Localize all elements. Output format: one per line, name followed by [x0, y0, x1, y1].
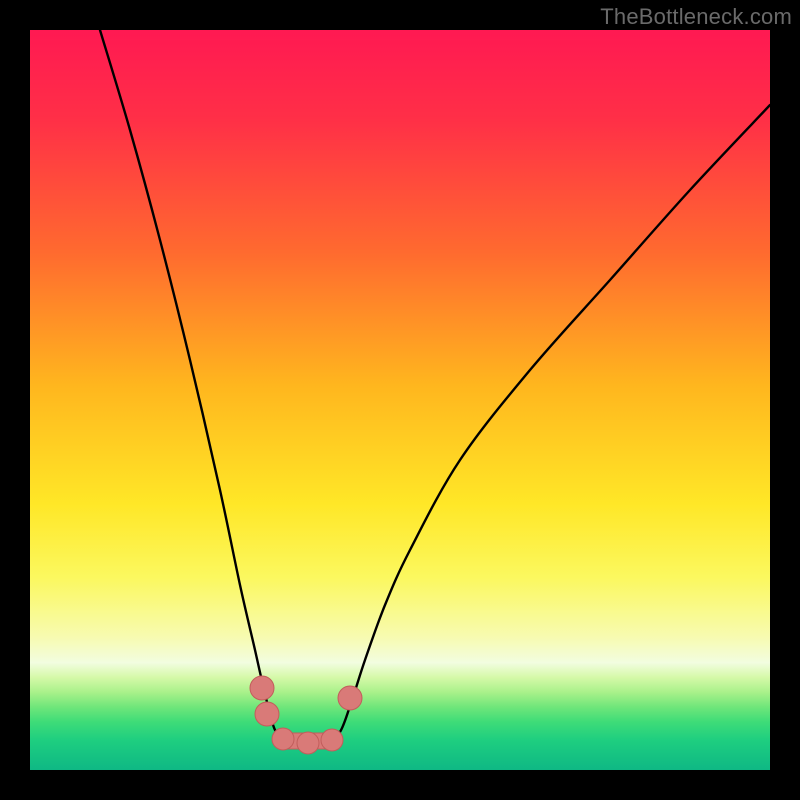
right-blob: [338, 686, 362, 710]
left-blob-upper: [250, 676, 274, 700]
bottleneck-curve: [100, 30, 770, 744]
curve-layer: [30, 30, 770, 770]
plot-area: [30, 30, 770, 770]
chart-frame: TheBottleneck.com: [0, 0, 800, 800]
floor-blob-mid: [297, 732, 319, 754]
watermark-text: TheBottleneck.com: [600, 4, 792, 30]
left-blob-lower: [255, 702, 279, 726]
marker-group: [250, 676, 362, 754]
floor-blob-left: [272, 728, 294, 750]
floor-blob-right: [321, 729, 343, 751]
